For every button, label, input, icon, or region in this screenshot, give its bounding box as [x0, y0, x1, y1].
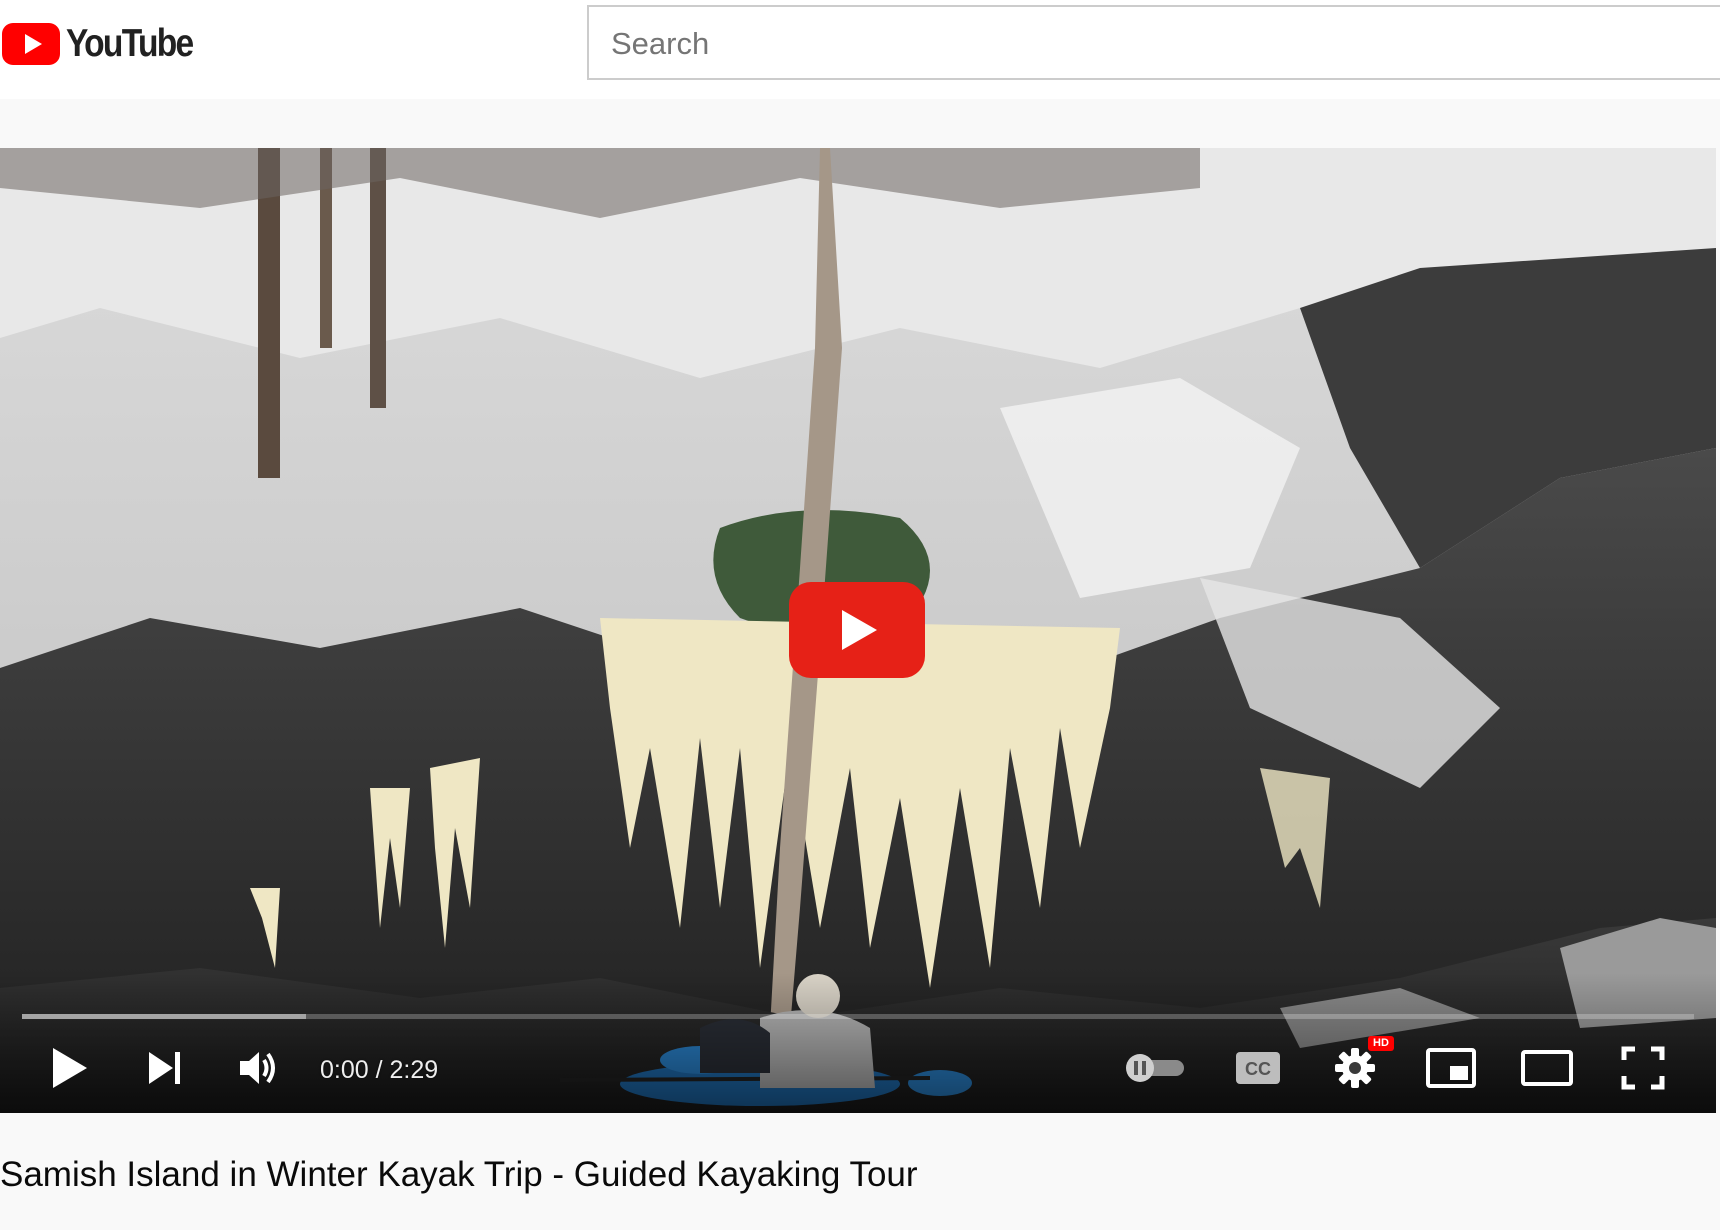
play-icon — [789, 582, 925, 678]
captions-icon: CC — [1236, 1052, 1280, 1084]
settings-icon — [1335, 1048, 1375, 1088]
volume-button[interactable] — [230, 1039, 288, 1097]
youtube-logo[interactable]: YouTube — [2, 22, 213, 65]
search-box[interactable] — [587, 5, 1720, 80]
hd-badge: HD — [1368, 1036, 1394, 1051]
fullscreen-icon — [1621, 1046, 1665, 1090]
youtube-logo-text: YouTube — [66, 22, 194, 65]
video-title: Samish Island in Winter Kayak Trip - Gui… — [0, 1155, 918, 1194]
theater-mode-button[interactable] — [1518, 1039, 1576, 1097]
search-input[interactable] — [609, 7, 1713, 80]
masthead: YouTube — [0, 0, 1720, 99]
svg-text:CC: CC — [1245, 1059, 1271, 1079]
progress-loaded — [22, 1014, 307, 1019]
next-button[interactable] — [136, 1039, 194, 1097]
miniplayer-button[interactable] — [1422, 1039, 1480, 1097]
youtube-logo-icon — [2, 23, 60, 65]
autoplay-toggle-icon — [1126, 1054, 1184, 1082]
miniplayer-icon — [1426, 1048, 1476, 1088]
captions-button[interactable]: CC — [1229, 1039, 1287, 1097]
autoplay-toggle[interactable] — [1120, 1039, 1190, 1097]
time-display: 0:00 / 2:29 — [320, 1056, 439, 1084]
large-play-button[interactable] — [789, 582, 925, 678]
play-icon — [53, 1048, 87, 1088]
progress-bar[interactable] — [22, 1014, 1694, 1019]
volume-icon — [240, 1052, 275, 1084]
play-button[interactable] — [40, 1039, 98, 1097]
fullscreen-button[interactable] — [1614, 1039, 1672, 1097]
next-icon — [149, 1052, 180, 1084]
theater-mode-icon — [1521, 1050, 1573, 1086]
video-player[interactable]: 0:00 / 2:29 CC — [0, 148, 1716, 1113]
